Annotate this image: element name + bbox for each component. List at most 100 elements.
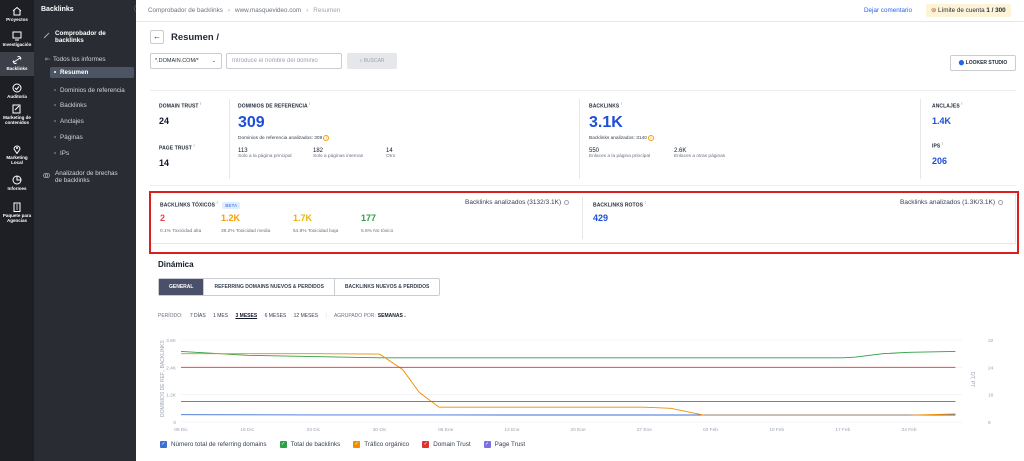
period-7-days[interactable]: 7 DÍAS [190,313,206,319]
x-tick-label: 20 Ene [571,427,587,433]
nav-item-backlinks[interactable]: Backlinks [54,102,134,109]
check-circle-icon [12,83,22,93]
info-icon[interactable]: i [200,101,201,106]
looker-studio-button[interactable]: ⬤ LOOKER STUDIO [950,55,1016,71]
info-icon[interactable]: i [309,101,310,106]
period-6-months[interactable]: 6 MESES [265,313,287,319]
arrow-left-icon: ← [153,32,161,41]
rail-auditoria[interactable]: Auditoría [0,83,34,99]
period-3-months[interactable]: 3 MESES [235,313,257,319]
domain-input[interactable] [226,53,342,69]
group-by-select[interactable]: SEMANAS [378,313,403,319]
period-1-month[interactable]: 1 MES [213,313,228,319]
checkbox-checked-icon[interactable]: ✓ [160,441,167,448]
rail-backlinks[interactable]: Backlinks [0,52,34,76]
search-button[interactable]: ⌕ BUSCAR [347,53,397,69]
highlight-box [149,191,1019,254]
checkbox-checked-icon[interactable]: ✓ [483,441,491,448]
checkbox-checked-icon[interactable]: ✓ [422,441,430,448]
bullet-icon [54,136,56,139]
x-tick-label: 06 Ene [438,427,454,433]
nav-item-resumen[interactable]: Resumen [50,67,134,78]
rail-informes[interactable]: Informes [0,175,34,191]
chart-grid [181,339,962,423]
anchors-label: ANCLAJES [932,103,960,110]
breadcrumb: Comprobador de backlinks › www.masquevideo… [148,7,340,14]
nav-item-analizador-brechas[interactable]: Analizador de brechas de backlinks [41,170,121,184]
rail-paquete-agencias[interactable]: Paquete para Agencias [0,202,34,223]
backlinks-analyzed: Backlinks analizados: 3140 [589,135,647,141]
nav-section-comprobador[interactable]: Comprobador de backlinks [41,30,134,44]
ref-domains-card: DOMINIOS DE REFERENCIA i 309 Dominios de… [238,101,578,197]
nav-item-anclajes[interactable]: Anclajes [54,118,134,125]
checkbox-checked-icon[interactable]: ✓ [279,441,287,448]
top-bar: Comprobador de backlinks › www.masquevideo… [136,0,1024,22]
bullet-icon [54,152,56,155]
rail-marketing-local[interactable]: Marketing Local [0,144,34,165]
edit-icon [12,104,21,114]
y-axis-label: DOMINIOS DE REF., BACKLINKS [160,340,166,417]
dinamica-chart: 0 1.2K 2.4K 3.6K 8 16 24 32 09 Dic 16 Dic 23 Dic 30… [160,338,994,433]
domain-mode-select[interactable]: *.DOMAIN.COM/* ⌄ [150,53,222,69]
backlinks-nav: Backlinks ‹ Comprobador de backlinks ⇤ T… [34,0,143,461]
info-icon[interactable]: i [942,141,943,146]
backlinks-other-label: Enlaces a otras páginas [674,154,726,159]
back-button[interactable]: ← [150,30,164,44]
nav-item-dominios[interactable]: Dominios de referencia [54,87,134,94]
breadcrumb-tool[interactable]: Comprobador de backlinks [148,7,223,14]
legend-domain-trust[interactable]: ✓ Domain Trust [422,441,471,448]
nav-item-paginas[interactable]: Páginas [54,134,134,141]
account-limit-badge[interactable]: ⊚ Límite de cuenta 1 / 300 [926,4,1011,17]
chevron-down-icon: ⌄ [211,58,216,64]
bullet-icon [54,89,56,92]
info-icon[interactable]: i [193,143,194,148]
ips-label: IPS [932,143,941,150]
compare-icon [43,173,50,178]
info-icon[interactable]: i [961,101,962,106]
anchors-value[interactable]: 1.4K [932,116,963,126]
ref-domains-value[interactable]: 309 [238,114,578,132]
legend-organic-traffic[interactable]: ✓ Tráfico orgánico [353,441,409,448]
rail-proyectos[interactable]: Proyectos [0,6,34,22]
x-tick-label: 23 Dic [307,427,321,433]
x-tick-label: 27 Ene [637,427,653,433]
legend-page-trust[interactable]: ✓ Page Trust [483,441,525,448]
dinamica-tabs: GENERAL REFERRING DOMAINS NUEVOS & PERDI… [158,278,441,296]
warning-icon[interactable]: ! [647,134,654,141]
x-tick-label: 13 Ene [504,427,520,433]
link-icon [43,32,50,39]
tab-backlinks-nuevos[interactable]: BACKLINKS NUEVOS & PERDIDOS [335,279,439,295]
x-tick-label: 30 Dic [373,427,387,433]
ips-value[interactable]: 206 [932,156,947,166]
rail-investigacion[interactable]: Investigación [0,31,34,47]
y-tick-label: 2.4K [166,365,177,371]
breadcrumb-domain[interactable]: www.masquevideo.com [235,7,301,14]
chart-ticks: 0 1.2K 2.4K 3.6K 8 16 24 32 09 Dic 16 Dic 23 Dic 30… [166,338,994,433]
domain-trust-label: DOMAIN TRUST [159,103,199,110]
y2-tick-label: 16 [988,393,994,399]
home-icon [12,6,22,16]
y-tick-label: 0 [173,420,176,426]
checkbox-checked-icon[interactable]: ✓ [353,441,361,448]
tab-referring-domains[interactable]: REFERRING DOMAINS NUEVOS & PERDIDOS [204,279,335,295]
back-arrow-icon: ⇤ [45,56,51,63]
legend-backlinks[interactable]: ✓ Total de backlinks [279,441,340,448]
ref-domains-analyzed: Dominios de referencia analizados: 309 [238,135,323,141]
title-row: ← Resumen / [150,30,219,44]
warning-icon[interactable]: ! [323,134,330,141]
backlinks-card: BACKLINKS i 3.1K Backlinks analizados: 3… [589,101,919,197]
y2-tick-label: 8 [988,420,991,426]
group-by-label: AGRUPADO POR: [333,313,376,319]
backlinks-value[interactable]: 3.1K [589,114,919,132]
nav-item-ips[interactable]: IPs [54,150,134,157]
period-12-months[interactable]: 12 MESES [294,313,318,319]
tab-general[interactable]: GENERAL [159,279,205,295]
feedback-link[interactable]: Dejar comentario [864,7,912,14]
nav-item-todos-informes[interactable]: ⇤ Todos los informes [41,56,134,63]
ref-domains-other-label: Otro [386,154,396,159]
rail-marketing-contenidos[interactable]: Marketing de contenidos [0,104,34,125]
legend-ref-domains[interactable]: ✓ Número total de referring domains [160,441,267,448]
bullet-icon [54,71,56,74]
info-icon[interactable]: i [621,101,622,106]
ref-domains-internal-label: Solo a páginas internas [313,154,364,159]
